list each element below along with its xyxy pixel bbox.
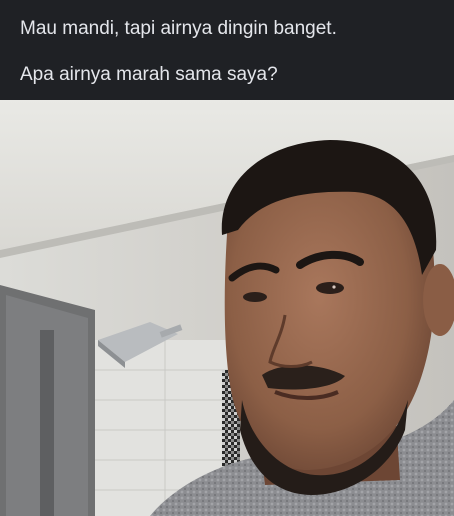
partition-post — [40, 330, 54, 516]
eye-highlight — [332, 285, 336, 289]
caption-line-1: Mau mandi, tapi airnya dingin banget. — [20, 18, 337, 39]
left-eye — [243, 292, 267, 302]
caption-line-2: Apa airnya marah sama saya? — [20, 64, 278, 85]
post-photo[interactable] — [0, 100, 454, 516]
post-caption: Mau mandi, tapi airnya dingin banget. Ap… — [0, 0, 454, 100]
post-card: Mau mandi, tapi airnya dingin banget. Ap… — [0, 0, 454, 516]
right-eye — [316, 282, 344, 294]
